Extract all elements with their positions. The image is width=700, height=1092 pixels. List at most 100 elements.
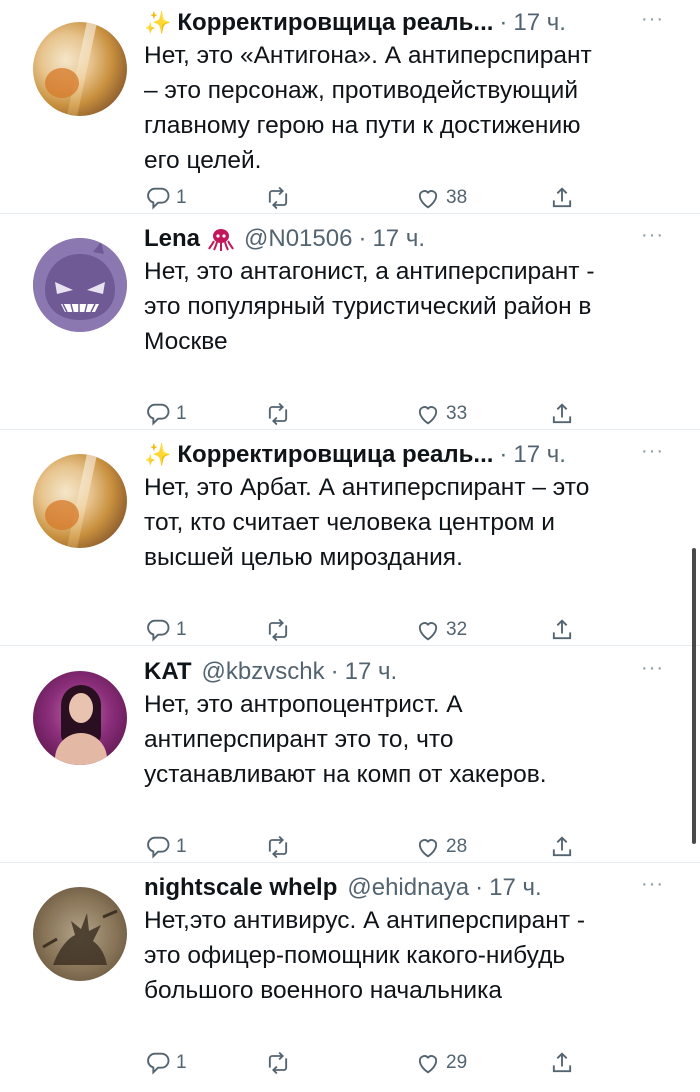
share-button[interactable] bbox=[548, 833, 576, 861]
avatar-art bbox=[67, 454, 97, 548]
avatar[interactable] bbox=[33, 671, 127, 765]
reply-button[interactable]: 1 bbox=[144, 184, 187, 212]
more-horizontal-icon[interactable]: ··· bbox=[641, 8, 664, 31]
tweet-text: Нет, это антропоцентрист. А антиперспира… bbox=[144, 691, 547, 788]
author-name[interactable]: nightscale whelp bbox=[144, 874, 337, 902]
like-button[interactable]: 29 bbox=[414, 1049, 467, 1077]
share-icon bbox=[552, 619, 572, 640]
heart-icon bbox=[418, 1055, 438, 1074]
sparkle-icon: ✨ bbox=[144, 442, 172, 467]
author-handle[interactable]: @ehidnaya bbox=[347, 874, 469, 902]
avatar-art bbox=[69, 693, 93, 723]
reply-button[interactable]: 1 bbox=[144, 616, 187, 644]
separator-dot: · bbox=[330, 658, 339, 685]
share-button[interactable] bbox=[548, 616, 576, 644]
avatar-art bbox=[45, 68, 79, 98]
tweet-header: Lena @N01506 · 17 ч. bbox=[144, 222, 425, 256]
retweet-button[interactable] bbox=[264, 184, 296, 212]
reply-icon bbox=[147, 187, 170, 210]
more-horizontal-icon[interactable]: ··· bbox=[641, 440, 664, 463]
author-handle[interactable]: @N01506 bbox=[244, 225, 352, 253]
tweet-text: Нет,это антивирус. А антиперспирант - эт… bbox=[144, 907, 586, 1004]
author-name[interactable]: KAT bbox=[144, 658, 192, 686]
tweet[interactable]: nightscale whelp @ehidnaya · 17 ч. ··· Н… bbox=[0, 863, 700, 1079]
timestamp[interactable]: 17 ч. bbox=[513, 441, 566, 469]
tweet-text: Нет, это «Антигона». А антиперспирант – … bbox=[144, 42, 592, 174]
scrollbar[interactable] bbox=[692, 548, 696, 844]
reply-icon bbox=[147, 1052, 170, 1075]
sparkle-icon: ✨ bbox=[144, 10, 172, 35]
timestamp[interactable]: 17 ч. bbox=[489, 874, 542, 902]
like-button[interactable]: 38 bbox=[414, 184, 467, 212]
reply-icon bbox=[147, 619, 170, 642]
avatar[interactable] bbox=[33, 887, 127, 981]
retweet-button[interactable] bbox=[264, 400, 296, 428]
tweet-header: nightscale whelp @ehidnaya · 17 ч. bbox=[144, 871, 542, 905]
like-count: 28 bbox=[446, 836, 468, 857]
reply-count: 1 bbox=[176, 187, 187, 208]
ghost-avatar-art bbox=[33, 238, 127, 332]
avatar-art bbox=[45, 500, 79, 530]
retweet-icon bbox=[268, 186, 288, 210]
tweet-actions: 1 29 bbox=[144, 1049, 584, 1079]
share-button[interactable] bbox=[548, 1049, 576, 1077]
avatar[interactable] bbox=[33, 238, 127, 332]
tweet[interactable]: ✨ Корректировщица реаль... · 17 ч. ··· Н… bbox=[0, 430, 700, 646]
reply-button[interactable]: 1 bbox=[144, 1049, 187, 1077]
tweet-actions: 1 33 bbox=[144, 400, 584, 430]
tweet-actions: 1 38 bbox=[144, 184, 584, 214]
retweet-icon bbox=[268, 618, 288, 642]
tweet-header: KAT @kbzvschk · 17 ч. bbox=[144, 655, 397, 689]
retweet-button[interactable] bbox=[264, 833, 296, 861]
share-button[interactable] bbox=[548, 400, 576, 428]
separator-dot: · bbox=[475, 874, 484, 901]
like-count: 33 bbox=[446, 403, 468, 424]
reply-count: 1 bbox=[176, 1052, 187, 1073]
like-button[interactable]: 32 bbox=[414, 616, 467, 644]
share-icon bbox=[552, 1052, 572, 1073]
reply-count: 1 bbox=[176, 836, 187, 857]
separator-dot: · bbox=[499, 9, 508, 36]
share-icon bbox=[552, 187, 572, 208]
timestamp[interactable]: 17 ч. bbox=[372, 225, 425, 253]
like-count: 29 bbox=[446, 1052, 468, 1073]
retweet-button[interactable] bbox=[264, 1049, 296, 1077]
reply-button[interactable]: 1 bbox=[144, 400, 187, 428]
heart-icon bbox=[418, 406, 438, 425]
author-name[interactable]: Корректировщица реаль... bbox=[177, 441, 493, 469]
separator-dot: · bbox=[358, 225, 367, 252]
reply-count: 1 bbox=[176, 403, 187, 424]
share-icon bbox=[552, 836, 572, 857]
tweet[interactable]: KAT @kbzvschk · 17 ч. ··· Нет, это антро… bbox=[0, 647, 700, 863]
tweet[interactable]: Lena @N01506 · 17 ч. ··· Нет, это антаго… bbox=[0, 214, 700, 430]
reply-count: 1 bbox=[176, 619, 187, 640]
like-button[interactable]: 33 bbox=[414, 400, 467, 428]
reply-button[interactable]: 1 bbox=[144, 833, 187, 861]
tweet-header: ✨ Корректировщица реаль... · 17 ч. bbox=[144, 438, 566, 472]
heart-icon bbox=[418, 622, 438, 641]
more-horizontal-icon[interactable]: ··· bbox=[641, 873, 664, 896]
retweet-icon bbox=[268, 1051, 288, 1075]
silhouette-avatar-art bbox=[42, 909, 118, 965]
avatar[interactable] bbox=[33, 22, 127, 116]
heart-icon bbox=[418, 190, 438, 209]
share-icon bbox=[552, 403, 572, 424]
more-horizontal-icon[interactable]: ··· bbox=[641, 657, 664, 680]
tweet[interactable]: ✨ Корректировщица реаль... · 17 ч. ··· Н… bbox=[0, 0, 700, 214]
share-button[interactable] bbox=[548, 184, 576, 212]
author-name[interactable]: Lena bbox=[144, 225, 200, 253]
octopus-icon bbox=[208, 229, 234, 251]
timestamp[interactable]: 17 ч. bbox=[513, 9, 566, 37]
retweet-button[interactable] bbox=[264, 616, 296, 644]
more-horizontal-icon[interactable]: ··· bbox=[641, 224, 664, 247]
heart-icon bbox=[418, 839, 438, 858]
avatar[interactable] bbox=[33, 454, 127, 548]
tweet-header: ✨ Корректировщица реаль... · 17 ч. bbox=[144, 6, 566, 40]
reply-icon bbox=[147, 403, 170, 426]
author-name[interactable]: Корректировщица реаль... bbox=[177, 9, 493, 37]
retweet-icon bbox=[268, 402, 288, 426]
like-button[interactable]: 28 bbox=[414, 833, 467, 861]
timestamp[interactable]: 17 ч. bbox=[345, 658, 398, 686]
author-handle[interactable]: @kbzvschk bbox=[202, 658, 325, 686]
reply-icon bbox=[147, 836, 170, 859]
